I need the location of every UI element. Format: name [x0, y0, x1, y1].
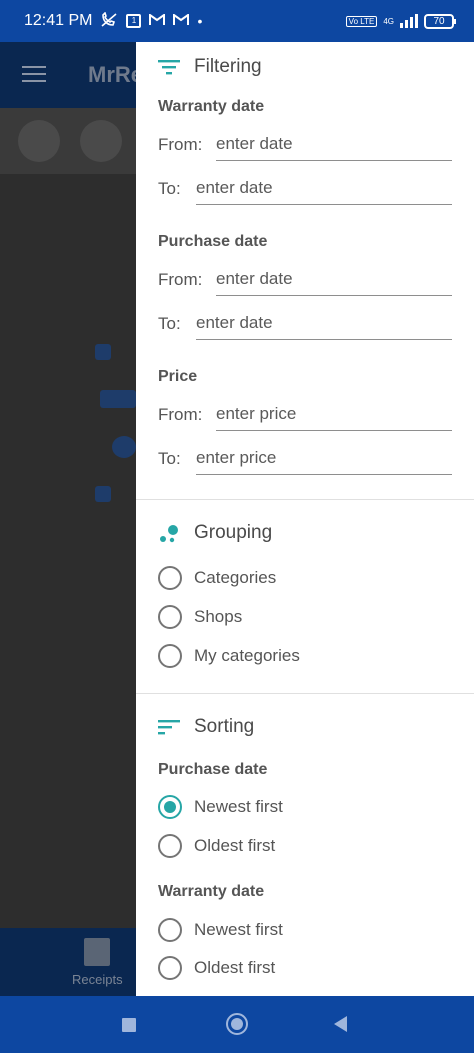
radio-label: Categories — [194, 568, 277, 587]
notification-box-icon: 1 — [126, 14, 142, 28]
list-item — [112, 436, 136, 458]
sort-purchase-newest[interactable]: Newest first — [158, 793, 283, 821]
grouping-option-my-categories[interactable]: My categories — [158, 642, 300, 670]
from-label: From: — [158, 270, 203, 289]
status-bar: 12:41 PM 1 • Vo LTE 4G 70 — [0, 0, 474, 42]
sort-purchase-oldest[interactable]: Oldest first — [158, 832, 275, 860]
radio-label: My categories — [194, 646, 300, 665]
sort-icon — [158, 718, 180, 736]
receipts-tab-label[interactable]: Receipts — [72, 972, 123, 987]
radio-label: Newest first — [194, 920, 283, 939]
radio-button[interactable] — [158, 918, 182, 942]
volte-icon: Vo LTE — [345, 15, 378, 27]
radio-button[interactable] — [158, 566, 182, 590]
purchase-to-input[interactable] — [196, 308, 452, 340]
sorting-title: Sorting — [194, 716, 255, 737]
sort-warranty-newest[interactable]: Newest first — [158, 916, 283, 944]
divider — [136, 499, 474, 500]
battery-level: 70 — [433, 15, 445, 27]
price-to-row: To: — [158, 442, 452, 476]
back-icon[interactable] — [334, 1016, 347, 1032]
purchase-from-row: From: — [158, 263, 452, 297]
gmail-icon — [173, 13, 190, 28]
muted-call-icon — [100, 11, 118, 30]
home-icon[interactable] — [226, 1013, 248, 1035]
filtering-header: Filtering — [158, 56, 262, 78]
sort-purchase-date-label: Purchase date — [158, 761, 268, 778]
sort-warranty-date-label: Warranty date — [158, 883, 265, 900]
price-from-row: From: — [158, 398, 452, 432]
warranty-to-row: To: — [158, 172, 452, 206]
grouping-icon — [158, 524, 180, 543]
filtering-title: Filtering — [194, 56, 262, 77]
network-type: 4G — [383, 16, 394, 26]
filter-icon — [158, 58, 180, 76]
price-from-input[interactable] — [216, 399, 452, 431]
grouping-option-categories[interactable]: Categories — [158, 564, 276, 592]
filter-drawer: Filtering Warranty date From: To: Purcha… — [136, 42, 474, 996]
menu-icon[interactable] — [22, 66, 46, 84]
status-time: 12:41 PM — [24, 12, 93, 29]
signal-icon — [400, 14, 418, 28]
to-label: To: — [158, 314, 181, 333]
warranty-from-row: From: — [158, 128, 452, 162]
system-nav-bar — [0, 996, 474, 1053]
dot-icon: • — [197, 13, 203, 29]
gmail-icon — [149, 13, 166, 28]
purchase-to-row: To: — [158, 307, 452, 341]
warranty-from-input[interactable] — [216, 129, 452, 161]
list-item — [95, 486, 111, 502]
gallery-button[interactable] — [80, 120, 122, 162]
recents-icon[interactable] — [122, 1018, 136, 1032]
radio-button[interactable] — [158, 956, 182, 980]
from-label: From: — [158, 135, 203, 154]
grouping-option-shops[interactable]: Shops — [158, 603, 242, 631]
price-label: Price — [158, 368, 198, 385]
price-to-input[interactable] — [196, 443, 452, 475]
app-title: MrRe — [88, 62, 144, 87]
sort-warranty-oldest[interactable]: Oldest first — [158, 954, 275, 982]
grouping-title: Grouping — [194, 522, 273, 543]
from-label: From: — [158, 405, 203, 424]
radio-button[interactable] — [158, 605, 182, 629]
radio-label: Newest first — [194, 797, 283, 816]
radio-label: Shops — [194, 607, 243, 626]
scan-button[interactable] — [18, 120, 60, 162]
warranty-to-input[interactable] — [196, 173, 452, 205]
sorting-header: Sorting — [158, 716, 254, 738]
receipts-icon[interactable] — [84, 938, 110, 966]
grouping-header: Grouping — [158, 522, 272, 544]
radio-button-checked[interactable] — [158, 795, 182, 819]
radio-button[interactable] — [158, 834, 182, 858]
list-item — [100, 390, 136, 408]
to-label: To: — [158, 179, 181, 198]
to-label: To: — [158, 449, 181, 468]
divider — [136, 693, 474, 694]
radio-label: Oldest first — [194, 836, 276, 855]
battery-icon: 70 — [424, 13, 456, 29]
purchase-date-label: Purchase date — [158, 233, 268, 250]
radio-button[interactable] — [158, 644, 182, 668]
warranty-date-label: Warranty date — [158, 98, 265, 115]
purchase-from-input[interactable] — [216, 264, 452, 296]
list-item — [95, 344, 111, 360]
radio-label: Oldest first — [194, 958, 276, 977]
